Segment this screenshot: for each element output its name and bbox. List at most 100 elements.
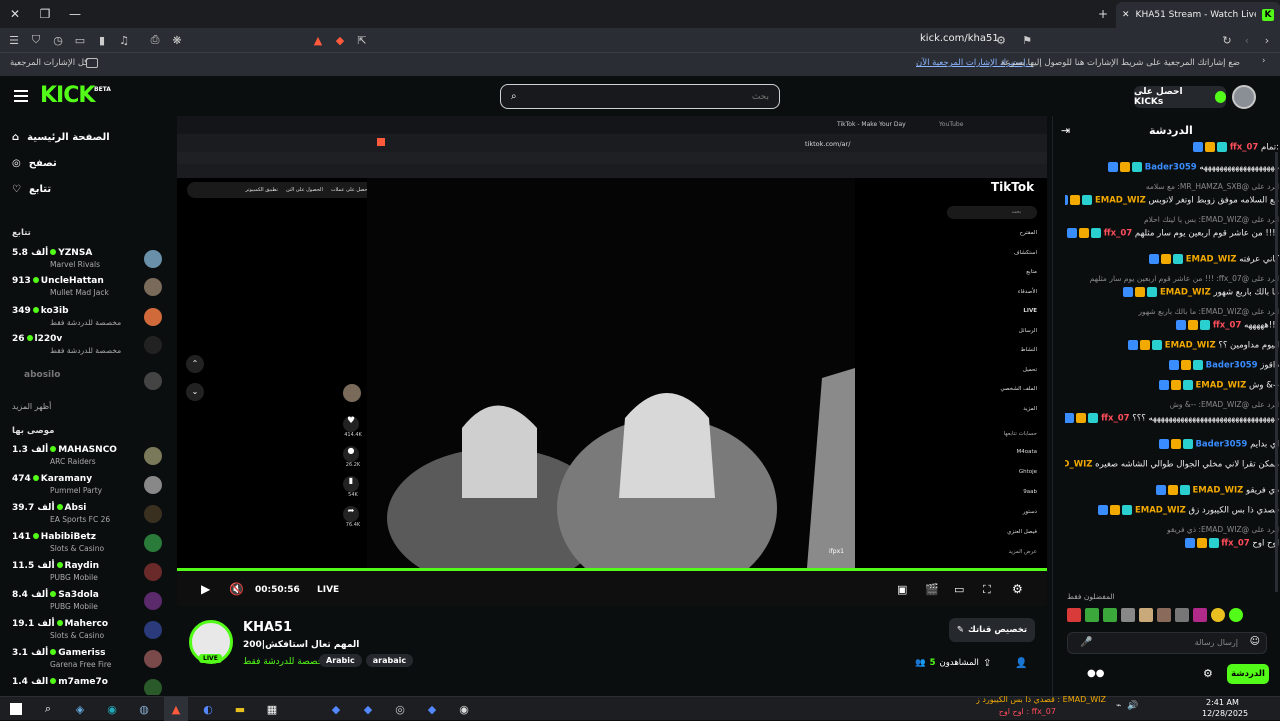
app-icon[interactable]: ◆ [356, 697, 380, 721]
chat-username[interactable]: EMAD_WIZ [1192, 486, 1243, 496]
file-explorer-icon[interactable]: ▬ [228, 697, 252, 721]
sidebar-icon[interactable]: ▮ [92, 30, 112, 50]
emote-icon[interactable] [1175, 608, 1189, 622]
sidebar-channel[interactable]: 141 HabibiBetz Slots & Casino [12, 532, 162, 556]
shield-icon[interactable]: ⛉ [26, 30, 46, 50]
sidebar-channel[interactable]: 3.1 ألف Gameriss Garena Free Fire [12, 648, 162, 672]
forward-icon[interactable]: › [1257, 30, 1277, 50]
windows-start-icon[interactable] [4, 697, 28, 721]
collapse-chat-icon[interactable]: ⇥ [1061, 124, 1070, 137]
restore-window-icon[interactable]: ❐ [30, 0, 60, 28]
app-icon[interactable]: ◆ [420, 697, 444, 721]
emote-icon[interactable] [1121, 608, 1135, 622]
fullscreen-icon[interactable]: ⛶ [983, 583, 991, 597]
sidebar-channel[interactable]: 11.5 ألف Raydin PUBG Mobile [12, 561, 162, 585]
screenshot-icon[interactable]: ⎙ [145, 30, 165, 50]
bookmark-page-icon[interactable]: ⚑ [1017, 30, 1037, 50]
chat-username[interactable]: EMAD_WIZ [1165, 341, 1216, 351]
bookmarks-panel-icon[interactable]: ▭ [70, 30, 90, 50]
store-icon[interactable]: ▦ [260, 697, 284, 721]
sidebar-channel[interactable]: 1.3 ألف MAHASNCO ARC Raiders [12, 445, 162, 469]
emote-icon[interactable] [1193, 608, 1207, 622]
search-input[interactable] [522, 91, 769, 102]
chat-username[interactable]: Bader3059 [1206, 361, 1258, 371]
user-avatar[interactable] [1232, 85, 1256, 109]
kick-logo[interactable]: KICK [40, 83, 95, 108]
sidebar-channel[interactable]: 5.8 ألف YZNSA Marvel Rivals [12, 248, 162, 272]
chat-username[interactable]: EMAD_WIZ [1065, 460, 1092, 470]
video-frame[interactable]: تطبيق الكمبيوتر الحصول على التن احصل على… [177, 178, 1047, 568]
copilot-icon[interactable]: ◈ [68, 697, 92, 721]
show-more-link[interactable]: أظهر المزيد [12, 402, 51, 411]
sidebar-channel[interactable]: 474 Karamany Pummel Party [12, 474, 162, 498]
clock-time[interactable]: 2:41 AM [1206, 698, 1239, 707]
play-icon[interactable]: ▶ [201, 582, 210, 596]
chat-input[interactable]: 🎤 إرسال رسالة ☺ [1067, 632, 1267, 654]
discord-icon[interactable]: ◐ [196, 697, 220, 721]
network-icon[interactable]: ⌁ [1116, 701, 1121, 711]
emote-icon[interactable] [1085, 608, 1099, 622]
brave-rewards-icon[interactable]: ▲ [308, 30, 328, 50]
get-kicks-button[interactable]: احصل على KICKs [1134, 86, 1226, 108]
new-tab-icon[interactable]: + [1088, 0, 1118, 28]
search-bar[interactable]: ⌕ [500, 84, 780, 109]
stream-category[interactable]: مخصصة للدردشة فقط [243, 657, 328, 667]
mute-icon[interactable]: 🔇 [229, 582, 244, 596]
stream-progress-bar[interactable] [177, 568, 1047, 571]
close-tab-icon[interactable]: ✕ [1122, 10, 1130, 20]
chat-settings-icon[interactable]: ⚙ [1203, 667, 1213, 680]
brave-taskbar-icon[interactable]: ▲ [164, 697, 188, 721]
clip-icon[interactable]: 🎬 [925, 583, 939, 596]
sidebar-channel[interactable]: 26 l220v مخصصة للدردشة فقط [12, 334, 162, 358]
music-icon[interactable]: ♫ [114, 30, 134, 50]
app-icon[interactable]: ◆ [324, 697, 348, 721]
clock-date[interactable]: 12/28/2025 [1202, 709, 1248, 718]
chat-username[interactable]: Bader3059 [1145, 163, 1197, 173]
address-bar[interactable]: kick.com/kha51 [920, 33, 999, 44]
chat-username[interactable]: ffx_07 [1213, 321, 1241, 331]
minimize-window-icon[interactable]: — [60, 0, 90, 28]
sidebar-channel[interactable]: 349 ko3ib مخصصة للدردشة فقط [12, 306, 162, 330]
menu-icon[interactable]: ☰ [4, 30, 24, 50]
chat-username[interactable]: EMAD_WIZ [1195, 381, 1246, 391]
chat-username[interactable]: EMAD_WIZ [1095, 196, 1146, 206]
close-window-icon[interactable]: ✕ [0, 0, 30, 28]
chat-username[interactable]: Bader3059 [1195, 440, 1247, 450]
sidebar-channel[interactable]: 19.1 ألف Maherco Slots & Casino [12, 619, 162, 643]
theater-mode-icon[interactable]: ▭ [954, 583, 964, 596]
chat-username[interactable]: ffx_07 [1221, 539, 1249, 549]
extensions-icon[interactable]: ❋ [167, 30, 187, 50]
tag[interactable]: Arabic [319, 654, 362, 667]
obs-icon[interactable]: ◉ [452, 697, 476, 721]
sidebar-channel[interactable]: 8.4 ألف Sa3dola PUBG Mobile [12, 590, 162, 614]
emote-icon[interactable] [1229, 608, 1243, 622]
streamer-name[interactable]: KHA51 [243, 620, 292, 635]
search-icon[interactable]: ⌕ [36, 697, 60, 721]
settings-gear-icon[interactable]: ⚙ [1012, 582, 1023, 596]
hamburger-menu-icon[interactable] [14, 90, 28, 102]
history-icon[interactable]: ◷ [48, 30, 68, 50]
sidebar-channel[interactable]: 39.7 ألف Absi EA Sports FC 26 [12, 503, 162, 527]
edge-icon[interactable]: ◉ [100, 697, 124, 721]
customize-channel-button[interactable]: ✎ تخصيص قناتك [949, 618, 1035, 642]
emote-icon[interactable] [1157, 608, 1171, 622]
picture-in-picture-icon[interactable]: ▣ [897, 583, 907, 596]
back-icon[interactable]: ‹ [1237, 30, 1257, 50]
app-icon[interactable]: ◎ [388, 697, 412, 721]
share-icon[interactable]: ⇱ [352, 30, 372, 50]
brave-shields-icon[interactable]: ◆ [330, 30, 350, 50]
follow-icon[interactable]: 👤 [1015, 658, 1027, 669]
send-chat-button[interactable]: الدردشة [1227, 664, 1269, 684]
browser-tab-kick[interactable]: ✕ KHA51 Stream - Watch Live on K K [1116, 2, 1280, 28]
chat-username[interactable]: ffx_07 [1104, 229, 1132, 239]
microphone-icon[interactable]: 🎤 [1080, 637, 1092, 648]
nav-browse[interactable]: ◎ تصفح [12, 158, 57, 169]
chat-users-icon[interactable]: ●● [1087, 668, 1104, 679]
tag[interactable]: arabaic [365, 654, 414, 667]
sidebar-channel[interactable]: 913 UncleHattan Mullet Mad Jack [12, 276, 162, 300]
reload-icon[interactable]: ↻ [1217, 30, 1237, 50]
emote-icon[interactable] [1067, 608, 1081, 622]
sidebar-channel-offline[interactable]: abosilo [12, 370, 162, 394]
bookmarks-more-icon[interactable]: › [1262, 56, 1265, 66]
sidebar-channel[interactable]: 1.4 ألف m7ame7o [12, 677, 162, 695]
